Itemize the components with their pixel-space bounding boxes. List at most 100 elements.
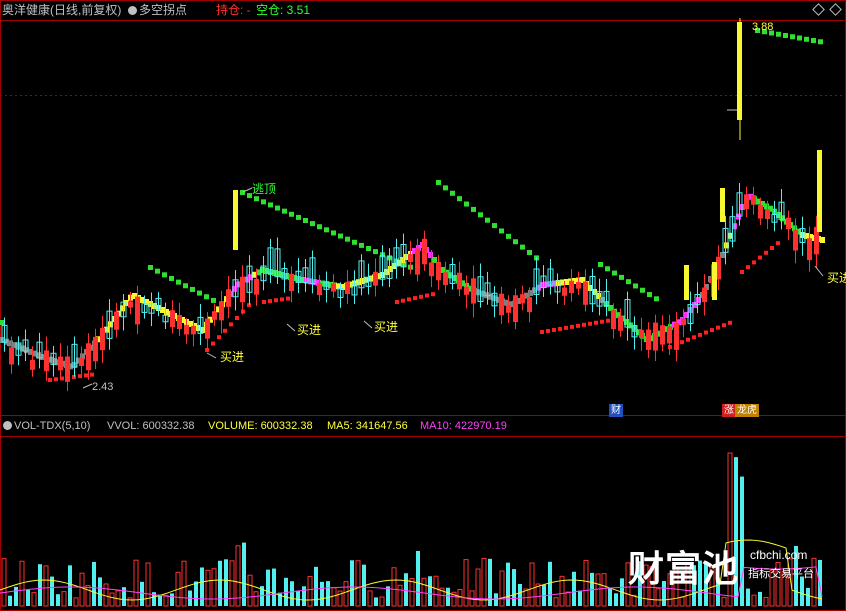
trailing-stop-dot — [520, 244, 525, 250]
trailing-stop-dot — [190, 286, 195, 292]
volume-bar — [68, 565, 72, 606]
volume-bar — [614, 593, 618, 606]
support-dot — [546, 328, 550, 333]
volume-dropdown-icon[interactable] — [3, 421, 12, 430]
candle-body — [681, 318, 686, 326]
trailing-stop-dot — [296, 214, 301, 220]
volume-bar — [758, 591, 762, 606]
support-dot — [268, 299, 272, 304]
volume-bar — [763, 597, 769, 607]
volume-bar — [463, 559, 469, 607]
candle-body — [9, 347, 14, 365]
candle-body — [345, 281, 350, 295]
volume-bar — [595, 573, 601, 607]
candle-body — [807, 238, 812, 261]
trailing-stop-dot — [303, 218, 308, 223]
volume-bar — [499, 570, 505, 607]
volume-bar — [140, 581, 144, 606]
trailing-stop-dot — [527, 250, 532, 255]
support-dot — [680, 340, 684, 345]
signal-candle — [684, 265, 689, 300]
volume-bar — [506, 562, 510, 606]
volume-bar — [56, 594, 60, 606]
support-dot — [740, 270, 744, 274]
volume-bar — [806, 587, 810, 606]
candlestick-chart[interactable] — [0, 0, 846, 611]
candle-body — [254, 278, 259, 295]
annotation-arrow — [814, 265, 824, 277]
candle-body — [751, 195, 756, 205]
volume-bar — [31, 592, 37, 607]
candle-body — [562, 287, 567, 296]
trailing-stop-dot — [790, 34, 795, 40]
volume-bar — [433, 575, 439, 607]
support-dot — [90, 372, 94, 377]
support-dot — [606, 318, 610, 323]
volume-bar — [740, 476, 744, 606]
annotation-arrow — [286, 323, 296, 332]
trailing-stop-dot — [268, 202, 273, 208]
volume-bar — [26, 589, 30, 606]
trailing-stop-dot — [289, 211, 294, 217]
candle-body — [443, 272, 448, 285]
trailing-stop-dot — [310, 221, 315, 227]
trailing-stop-dot — [211, 297, 216, 303]
support-dot — [425, 293, 429, 298]
candle-body — [527, 297, 532, 313]
volume-bar — [343, 581, 349, 607]
volume-bar — [73, 597, 79, 607]
trailing-stop-dot — [492, 223, 497, 229]
volume-bar — [751, 594, 757, 607]
signal-candle — [233, 190, 238, 250]
candle-body — [611, 310, 616, 330]
candle-body — [219, 301, 224, 321]
candle-body — [289, 273, 294, 292]
support-dot — [686, 337, 690, 342]
trailing-stop-dot — [513, 239, 518, 245]
volume-bar — [601, 573, 607, 607]
volume-bar — [8, 595, 12, 606]
trailing-stop-dot — [436, 180, 441, 185]
trailing-stop-dot — [612, 270, 617, 276]
volume-bar — [158, 594, 162, 606]
trailing-stop-dot — [506, 233, 511, 239]
volume-bar — [409, 577, 415, 607]
high-price-label: 3.88 — [752, 21, 774, 33]
support-dot — [395, 300, 399, 304]
support-dot — [728, 320, 732, 325]
support-dot — [211, 341, 215, 346]
support-dot — [710, 328, 714, 333]
candle-body — [408, 254, 413, 263]
volume-bar — [163, 594, 169, 607]
candle-body — [135, 296, 140, 325]
trailing-stop-dot — [598, 262, 603, 267]
volume-bar — [253, 591, 259, 607]
support-dot — [698, 332, 702, 337]
stock-chart-window: 奥洋健康(日线,前复权) 多空拐点 持仓: - 空仓: 3.51 3.88 2.… — [0, 0, 846, 611]
volume-bar — [350, 560, 354, 606]
volume-indicator-selector[interactable]: VOL-TDX(5,10) — [3, 416, 90, 436]
trailing-stop-dot — [282, 208, 287, 214]
trailing-stop-dot — [776, 31, 781, 37]
ma5-value: MA5: 341647.56 — [327, 420, 408, 432]
trailing-stop-dot — [183, 283, 188, 289]
volume-bar — [746, 588, 750, 606]
trailing-stop-dot — [471, 206, 476, 212]
support-dot — [594, 320, 598, 325]
support-dot — [570, 324, 574, 329]
support-dot — [419, 294, 423, 299]
volume-bar — [200, 567, 204, 606]
volume-bar — [565, 591, 571, 607]
volume-bar — [583, 559, 589, 607]
trailing-stop-dot — [169, 275, 174, 281]
support-dot — [758, 255, 762, 260]
candle-body — [422, 238, 427, 265]
support-dot — [770, 246, 774, 250]
volume-bar — [572, 571, 576, 606]
support-dot — [552, 327, 556, 332]
volume-bar — [320, 581, 324, 606]
candle-body — [436, 262, 441, 281]
volume-bar — [391, 567, 397, 607]
candle-body — [114, 311, 119, 330]
volume-bar — [92, 561, 96, 606]
